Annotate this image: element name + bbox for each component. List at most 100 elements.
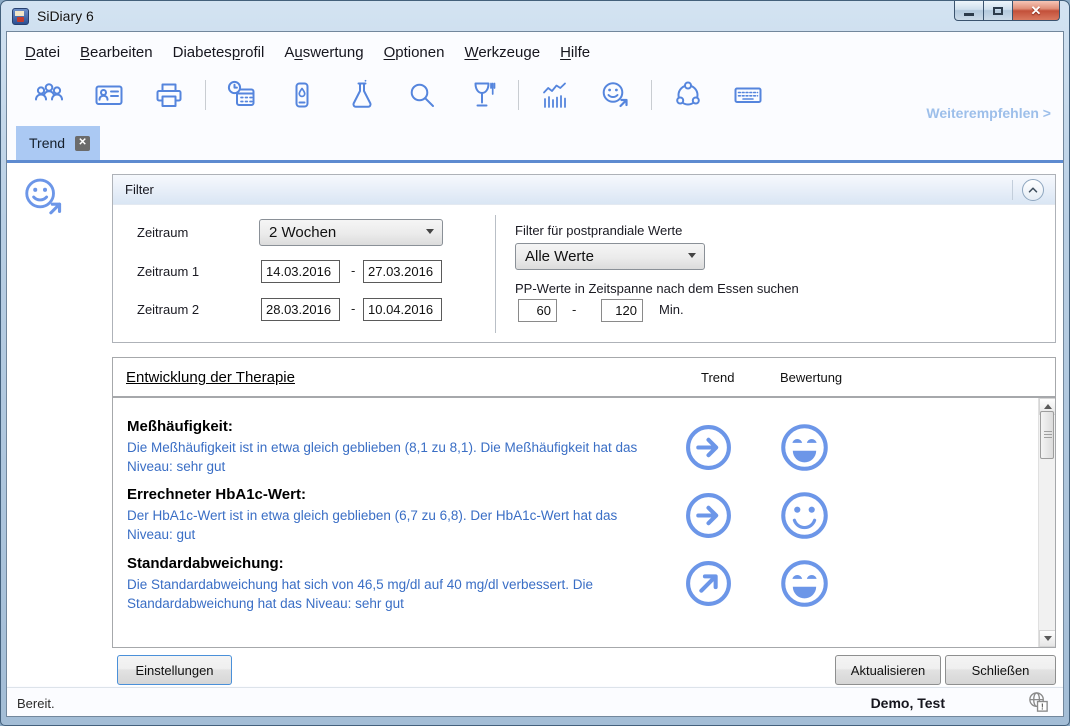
- nutrition-button[interactable]: [465, 78, 499, 112]
- lab-values-button[interactable]: [345, 78, 379, 112]
- window-title: SiDiary 6: [37, 8, 94, 24]
- menu-optionen[interactable]: Optionen: [374, 41, 455, 64]
- keyboard-icon: [732, 79, 764, 111]
- range-dash: -: [572, 302, 576, 317]
- results-body: Meßhäufigkeit: Die Meßhäufigkeit ist in …: [112, 397, 1056, 648]
- trend-steady-icon: [684, 423, 733, 472]
- patient-card-button[interactable]: [92, 78, 126, 112]
- menu-diabetesprofil[interactable]: Diabetesprofil: [163, 41, 275, 64]
- result-description: Der HbA1c-Wert ist in etwa gleich geblie…: [127, 506, 658, 544]
- vertical-scrollbar[interactable]: [1038, 398, 1055, 647]
- device-import-icon: [286, 79, 318, 111]
- pp-from-input[interactable]: [518, 299, 557, 322]
- range-dash: -: [351, 263, 355, 278]
- minimize-button[interactable]: [954, 1, 984, 21]
- scroll-up-icon: [1044, 404, 1052, 409]
- pp-filter-selected-value: Alle Werte: [525, 248, 594, 265]
- result-title: Meßhäufigkeit:: [127, 418, 658, 435]
- sync-icon: [672, 79, 704, 111]
- column-header-rating: Bewertung: [780, 370, 842, 385]
- zeitraum2-to-input[interactable]: [363, 298, 442, 321]
- zeitraum1-from-input[interactable]: [261, 260, 340, 283]
- refresh-button[interactable]: Aktualisieren: [835, 655, 941, 685]
- trend-view-icon: [20, 174, 66, 220]
- rating-laugh-icon: [779, 422, 830, 473]
- toolbar-separator: [205, 80, 206, 110]
- app-client-area: Datei Bearbeiten Diabetesprofil Auswertu…: [6, 31, 1064, 717]
- chevron-up-icon: [1026, 183, 1040, 197]
- toolbar: [19, 76, 778, 114]
- close-icon: ✕: [1031, 4, 1042, 17]
- patients-icon: [33, 79, 65, 111]
- titlebar: SiDiary 6 ✕: [1, 1, 1069, 31]
- pp-to-input[interactable]: [601, 299, 643, 322]
- statistics-button[interactable]: [538, 78, 572, 112]
- result-row-hba1c: Errechneter HbA1c-Wert: Der HbA1c-Wert i…: [113, 486, 1038, 544]
- pp-filter-select[interactable]: Alle Werte: [515, 243, 705, 270]
- recommend-link[interactable]: Weiterempfehlen >: [926, 105, 1051, 121]
- print-icon: [153, 79, 185, 111]
- result-description: Die Standardabweichung hat sich von 46,5…: [127, 575, 658, 613]
- menu-bearbeiten[interactable]: Bearbeiten: [70, 41, 163, 64]
- settings-button[interactable]: Einstellungen: [117, 655, 232, 685]
- filter-panel: Filter Zeitraum 2 Wochen Zeitraum 1 -: [112, 174, 1056, 343]
- maximize-icon: [993, 7, 1003, 15]
- toolbar-separator: [651, 80, 652, 110]
- window-frame: SiDiary 6 ✕ Datei Bearbeiten Diabetespro…: [0, 0, 1070, 726]
- rating-cell: [758, 490, 850, 541]
- scrollbar-thumb[interactable]: [1040, 411, 1054, 459]
- patients-button[interactable]: [32, 78, 66, 112]
- maximize-button[interactable]: [984, 1, 1013, 21]
- zeitraum1-to-input[interactable]: [363, 260, 442, 283]
- statistics-icon: [539, 79, 571, 111]
- search-button[interactable]: [405, 78, 439, 112]
- minimize-icon: [964, 13, 974, 16]
- trend-improving-icon: [684, 559, 733, 608]
- close-button[interactable]: Schließen: [945, 655, 1056, 685]
- menu-auswertung[interactable]: Auswertung: [274, 41, 373, 64]
- result-title: Standardabweichung:: [127, 555, 658, 572]
- trend-button[interactable]: [598, 78, 632, 112]
- pp-filter-label: Filter für postprandiale Werte: [515, 223, 682, 238]
- connection-warning-icon[interactable]: !: [1027, 691, 1050, 719]
- result-row-standardabweichung: Standardabweichung: Die Standardabweichu…: [113, 555, 1038, 613]
- menu-werkzeuge[interactable]: Werkzeuge: [454, 41, 550, 64]
- sync-button[interactable]: [671, 78, 705, 112]
- pp-unit-label: Min.: [659, 302, 684, 317]
- patient-card-icon: [93, 79, 125, 111]
- result-title: Errechneter HbA1c-Wert:: [127, 486, 658, 503]
- menu-datei[interactable]: Datei: [15, 41, 70, 64]
- app-icon: [12, 8, 29, 25]
- zeitraum2-from-input[interactable]: [261, 298, 340, 321]
- chevron-down-icon: [426, 229, 434, 234]
- result-text: Standardabweichung: Die Standardabweichu…: [113, 555, 658, 613]
- print-button[interactable]: [152, 78, 186, 112]
- tab-trend[interactable]: Trend ✕: [16, 126, 100, 160]
- result-text: Meßhäufigkeit: Die Meßhäufigkeit ist in …: [113, 418, 658, 476]
- tab-trend-label: Trend: [29, 135, 65, 151]
- tabstrip: Trend ✕: [7, 125, 1063, 160]
- collapse-panel-button[interactable]: [1022, 179, 1044, 201]
- keyboard-button[interactable]: [731, 78, 765, 112]
- results-list: Meßhäufigkeit: Die Meßhäufigkeit ist in …: [113, 398, 1038, 623]
- menu-hilfe[interactable]: Hilfe: [550, 41, 600, 64]
- zeitraum1-label: Zeitraum 1: [137, 264, 199, 279]
- chevron-down-icon: [688, 253, 696, 258]
- scroll-down-button[interactable]: [1039, 630, 1056, 647]
- result-description: Die Meßhäufigkeit ist in etwa gleich geb…: [127, 438, 658, 476]
- zeitraum-selected-value: 2 Wochen: [269, 224, 336, 241]
- pp-span-label: PP-Werte in Zeitspanne nach dem Essen su…: [515, 281, 799, 296]
- column-header-trend: Trend: [701, 370, 734, 385]
- statusbar: Bereit. Demo, Test !: [7, 687, 1063, 716]
- logbook-button[interactable]: [225, 78, 259, 112]
- result-row-messhaeufigkeit: Meßhäufigkeit: Die Meßhäufigkeit ist in …: [113, 418, 1038, 476]
- zeitraum-select[interactable]: 2 Wochen: [259, 219, 443, 246]
- close-window-button[interactable]: ✕: [1013, 1, 1060, 21]
- range-dash: -: [351, 301, 355, 316]
- tab-close-button[interactable]: ✕: [75, 136, 90, 151]
- scroll-down-icon: [1044, 636, 1052, 641]
- device-import-button[interactable]: [285, 78, 319, 112]
- results-header: Entwicklung der Therapie Trend Bewertung: [112, 357, 1056, 397]
- trend-cell: [658, 423, 758, 472]
- trend-icon: [599, 79, 631, 111]
